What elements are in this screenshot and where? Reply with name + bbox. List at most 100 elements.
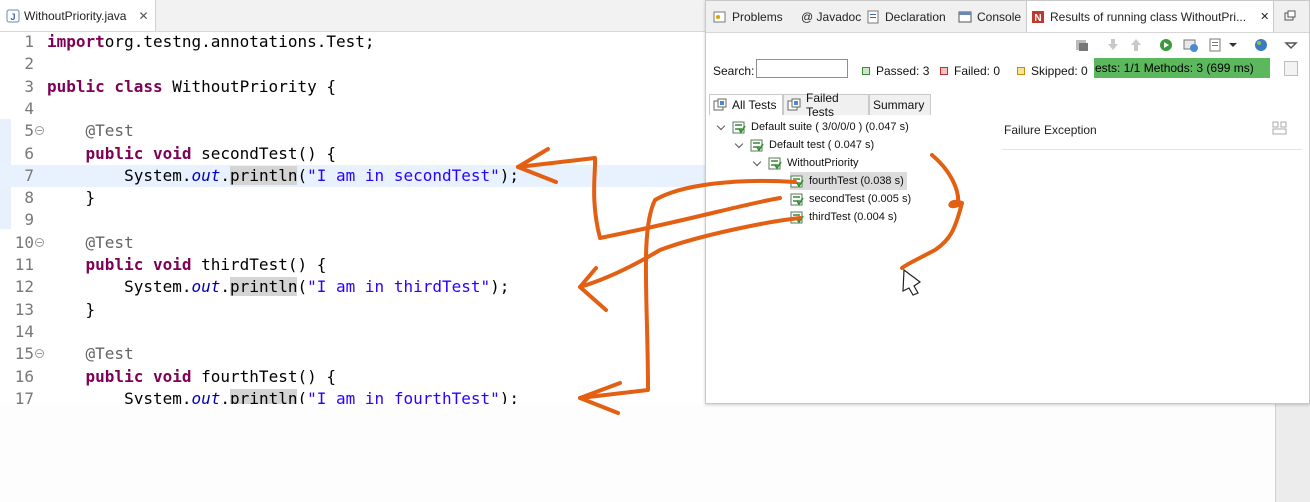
line-number: 16 (14, 366, 34, 386)
chevron-down-icon[interactable] (752, 158, 762, 168)
rerun-icon[interactable] (1074, 37, 1090, 53)
tree-node-test[interactable]: Default test ( 0.047 s) (734, 136, 877, 154)
line-number: 10 (14, 232, 34, 252)
tree-node-label: fourthTest (0.038 s) (809, 175, 904, 187)
tab-label: Declaration (885, 9, 946, 24)
code-token: public void (85, 366, 192, 386)
view-tab-bar: Problems @ Javadoc Declaration Console N Resu… (706, 1, 1309, 33)
tab-javadoc[interactable]: @ Javadoc (792, 1, 862, 32)
code-token: @Test (85, 232, 134, 252)
tree-node-suite[interactable]: Default suite ( 3/0/0/0 ) (0.047 s) (716, 118, 912, 136)
line-number: 7 (24, 165, 34, 185)
result-tab-all-tests[interactable]: All Tests (709, 94, 783, 115)
line-number: 6 (24, 143, 34, 163)
line-number: 2 (24, 54, 34, 74)
tab-problems[interactable]: Problems (709, 1, 789, 32)
search-label: Search: (713, 64, 755, 78)
tab-label: Problems (732, 9, 783, 24)
tab-label: @ Javadoc (801, 9, 862, 24)
code-token: println (230, 165, 298, 185)
tree-node-class[interactable]: WithoutPriority (752, 154, 862, 172)
passed-icon (862, 67, 870, 75)
editor-tab-withoutpriority[interactable]: J WithoutPriority.java ✕ (0, 0, 156, 31)
progress-bar: ests: 1/1 Methods: 3 (699 ms) (1094, 58, 1270, 78)
line-number: 13 (14, 299, 34, 319)
method-passed-icon (790, 175, 804, 188)
chevron-down-icon[interactable] (734, 140, 744, 150)
fold-icon[interactable] (35, 349, 44, 359)
skipped-icon (1017, 67, 1025, 75)
code-text: public void thirdTest() { (47, 254, 327, 276)
tree-node-method[interactable]: thirdTest (0.004 s) (790, 208, 900, 226)
tree-node-method[interactable]: secondTest (0.005 s) (790, 190, 914, 208)
close-icon[interactable]: ✕ (1260, 10, 1269, 23)
rerun-failed-icon[interactable] (1183, 37, 1199, 53)
code-text: public class WithoutPriority { (47, 76, 336, 98)
tab-console[interactable]: Console (954, 1, 1024, 32)
editor-tab-label: WithoutPriority.java (24, 8, 127, 23)
chevron-down-icon[interactable] (1225, 37, 1241, 53)
line-number: 11 (14, 255, 34, 274)
line-number: 9 (24, 210, 34, 230)
code-token: "I am in thirdTest" (307, 277, 491, 297)
compare-icon[interactable] (1272, 121, 1288, 135)
code-token: secondTest() { (191, 143, 336, 163)
failure-panel: Failure Exception (1002, 119, 1302, 150)
result-tab-failed-tests[interactable]: Failed Tests (783, 91, 869, 119)
suite-icon (732, 121, 746, 134)
result-tab-label: Failed Tests (806, 91, 839, 119)
fold-icon[interactable] (35, 237, 44, 247)
globe-icon[interactable] (1253, 37, 1269, 53)
close-icon[interactable]: ✕ (138, 9, 148, 23)
code-text: System.out.println("I am in thirdTest"); (47, 276, 509, 298)
passed-count: Passed: 3 (862, 64, 929, 78)
scroll-button[interactable] (1284, 61, 1298, 76)
code-token: "I am in secondTest" (307, 165, 500, 185)
failed-tests-icon (787, 98, 801, 111)
code-token: import (47, 32, 105, 51)
svg-text:J: J (10, 12, 15, 22)
line-number: 12 (14, 277, 34, 297)
code-text: @Test (47, 120, 134, 142)
fold-icon[interactable] (35, 126, 44, 136)
problems-icon (713, 11, 726, 22)
code-text: } (47, 187, 96, 209)
next-failure-icon[interactable] (1105, 37, 1121, 53)
tree-node-label: secondTest (0.005 s) (809, 193, 912, 205)
code-token: @Test (85, 121, 134, 141)
run-icon[interactable] (1158, 37, 1174, 53)
editor-empty-area (0, 404, 1275, 502)
code-token: @Test (85, 344, 134, 364)
maximize-icon[interactable] (1283, 1, 1297, 32)
code-token: System. (47, 165, 192, 185)
method-passed-icon (790, 211, 804, 224)
previous-failure-icon[interactable] (1128, 37, 1144, 53)
line-number: 4 (24, 98, 34, 118)
result-tabs: All Tests Failed Tests Summary (709, 91, 949, 119)
code-token: thirdTest() { (191, 255, 327, 274)
test-tree[interactable]: Default suite ( 3/0/0/0 ) (0.047 s) Defau… (706, 116, 1006, 386)
test-hierarchy-icon (713, 98, 727, 111)
code-token: ); (499, 165, 520, 185)
view-menu-icon[interactable] (1283, 37, 1299, 53)
chevron-down-icon[interactable] (716, 122, 726, 132)
failed-icon (940, 67, 948, 75)
history-icon[interactable] (1208, 37, 1224, 53)
result-tab-summary[interactable]: Summary (869, 94, 931, 115)
line-number: 8 (24, 188, 34, 208)
class-icon (768, 157, 782, 170)
tab-label: Results of running class WithoutPri... (1050, 9, 1247, 24)
tab-testng[interactable]: N Results of running class WithoutPri... ✕ (1026, 1, 1274, 32)
search-input[interactable] (756, 59, 848, 78)
result-tab-label: Summary (873, 98, 925, 112)
tree-node-method[interactable]: fourthTest (0.038 s) (790, 172, 907, 190)
line-number: 1 (24, 32, 34, 51)
tree-node-label: Default suite ( 3/0/0/0 ) (0.047 s) (751, 121, 909, 133)
code-token: out (191, 277, 221, 297)
tab-declaration[interactable]: Declaration (862, 1, 952, 32)
code-token: println (230, 277, 298, 297)
